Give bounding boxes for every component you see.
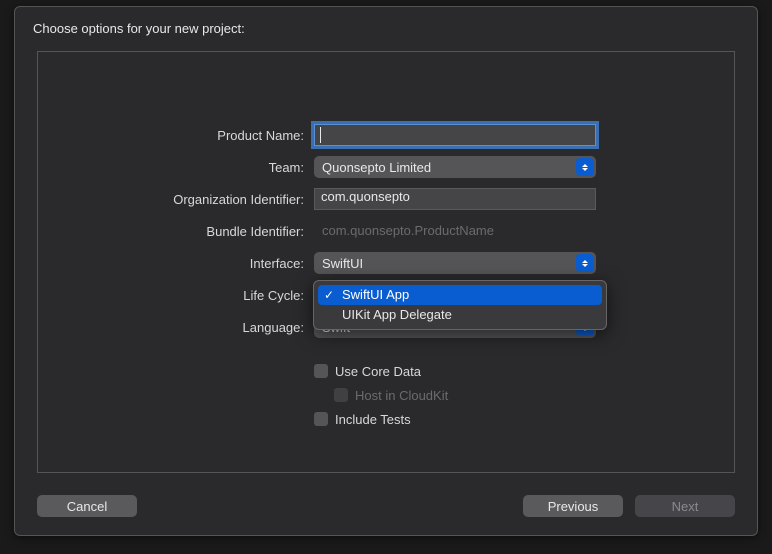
form: Product Name: Team: Quonsepto Limited — [38, 124, 734, 434]
team-value: Quonsepto Limited — [322, 160, 431, 175]
updown-icon — [576, 254, 594, 272]
row-team: Team: Quonsepto Limited — [38, 156, 734, 178]
org-id-label: Organization Identifier: — [38, 192, 314, 207]
option-label: UIKit App Delegate — [342, 307, 452, 322]
row-product-name: Product Name: — [38, 124, 734, 146]
row-bundle-id: Bundle Identifier: com.quonsepto.Product… — [38, 220, 734, 242]
bundle-id-value: com.quonsepto.ProductName — [314, 220, 596, 242]
new-project-options-dialog: Choose options for your new project: Pro… — [14, 6, 758, 536]
host-cloudkit-label: Host in CloudKit — [355, 388, 448, 403]
row-org-id: Organization Identifier: com.quonsepto — [38, 188, 734, 210]
product-name-input[interactable] — [314, 124, 596, 146]
org-id-input[interactable]: com.quonsepto — [314, 188, 596, 210]
life-cycle-label: Life Cycle: — [38, 288, 314, 303]
option-label: SwiftUI App — [342, 287, 409, 302]
footer: Cancel Previous Next — [37, 495, 735, 517]
text-cursor — [320, 127, 321, 143]
row-include-tests: Include Tests — [314, 410, 734, 428]
life-cycle-option-uikit-app-delegate[interactable]: UIKit App Delegate — [318, 305, 602, 325]
bundle-id-label: Bundle Identifier: — [38, 224, 314, 239]
language-label: Language: — [38, 320, 314, 335]
interface-label: Interface: — [38, 256, 314, 271]
next-button: Next — [635, 495, 735, 517]
row-use-core-data: Use Core Data — [314, 362, 734, 380]
interface-popup[interactable]: SwiftUI — [314, 252, 596, 274]
product-name-label: Product Name: — [38, 128, 314, 143]
team-popup[interactable]: Quonsepto Limited — [314, 156, 596, 178]
include-tests-checkbox[interactable] — [314, 412, 328, 426]
use-core-data-label: Use Core Data — [335, 364, 421, 379]
team-label: Team: — [38, 160, 314, 175]
interface-value: SwiftUI — [322, 256, 363, 271]
updown-icon — [576, 158, 594, 176]
host-cloudkit-checkbox — [334, 388, 348, 402]
previous-button[interactable]: Previous — [523, 495, 623, 517]
cancel-button[interactable]: Cancel — [37, 495, 137, 517]
life-cycle-dropdown-menu: ✓ SwiftUI App UIKit App Delegate — [313, 280, 607, 330]
use-core-data-checkbox[interactable] — [314, 364, 328, 378]
include-tests-label: Include Tests — [335, 412, 411, 427]
dialog-title: Choose options for your new project: — [15, 7, 757, 46]
check-icon: ✓ — [324, 285, 334, 305]
row-interface: Interface: SwiftUI — [38, 252, 734, 274]
inner-panel: Product Name: Team: Quonsepto Limited — [37, 51, 735, 473]
life-cycle-option-swiftui-app[interactable]: ✓ SwiftUI App — [318, 285, 602, 305]
row-host-cloudkit: Host in CloudKit — [334, 386, 734, 404]
